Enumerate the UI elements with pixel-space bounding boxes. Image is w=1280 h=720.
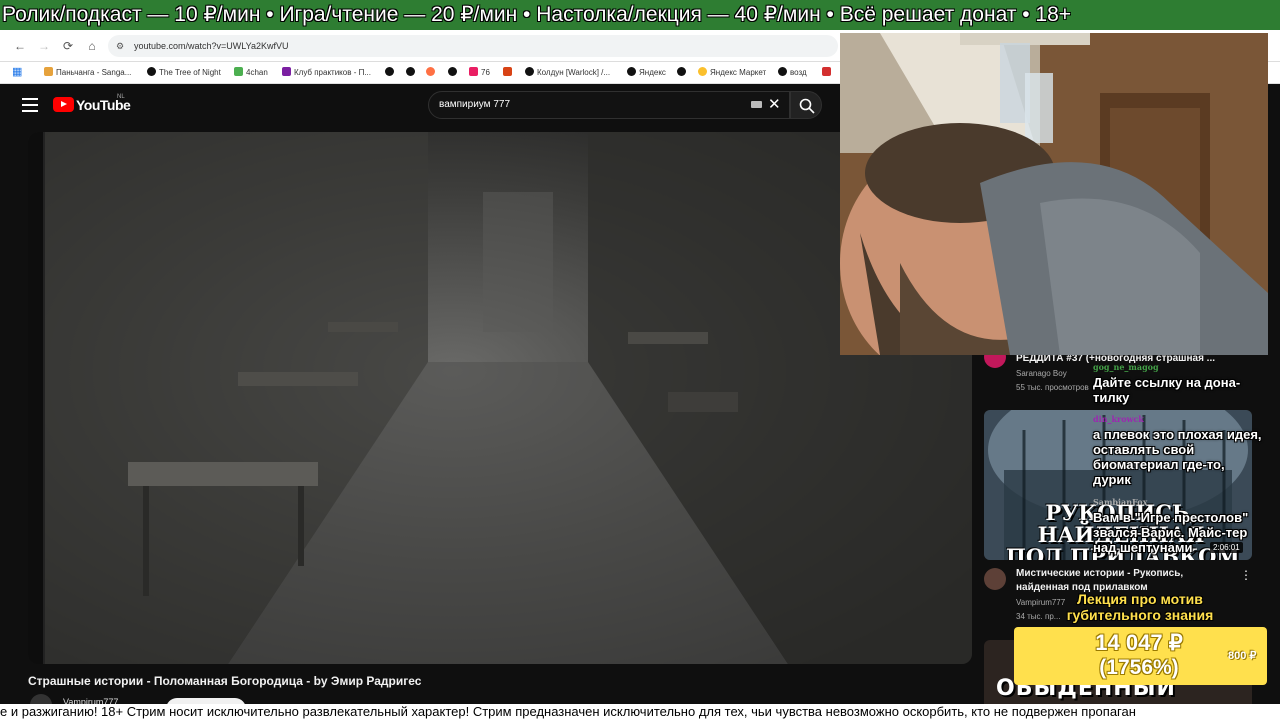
bookmark-icon-only[interactable] bbox=[822, 67, 834, 77]
bookmark-item[interactable]: Клуб практиков - П... bbox=[282, 67, 371, 77]
bookmark-icon-only[interactable] bbox=[448, 67, 460, 77]
video-player[interactable] bbox=[28, 132, 972, 664]
bookmark-item[interactable]: Колдун [Warlock] /... bbox=[525, 67, 610, 77]
chat-message: а плевок это плохая идея, оставлять свой… bbox=[1093, 427, 1262, 487]
address-bar[interactable]: ⚙ youtube.com/watch?v=UWLYa2KwfVU bbox=[108, 35, 838, 57]
chat-message: Дайте ссылку на дона-тилку bbox=[1093, 375, 1241, 405]
donation-amount: 14 047 ₽ bbox=[1095, 630, 1183, 655]
bookmark-item[interactable]: возд bbox=[778, 67, 807, 77]
donation-goal-widget: 14 047 ₽ (1756%) 800 ₽ bbox=[1014, 627, 1267, 685]
reload-icon[interactable]: ⟳ bbox=[60, 38, 76, 54]
lecture-topic-label: Лекция про мотив губительного знания bbox=[1066, 591, 1214, 623]
bookmark-item[interactable]: Паньчанга - Sanga... bbox=[44, 67, 131, 77]
bookmark-item[interactable]: Яндекс Маркет bbox=[698, 67, 766, 77]
bookmark-item[interactable]: 4chan bbox=[234, 67, 268, 77]
clear-search-icon[interactable]: ✕ bbox=[768, 95, 781, 113]
bookmark-icon-only[interactable] bbox=[406, 67, 418, 77]
search-button[interactable] bbox=[790, 91, 822, 119]
bookmark-item[interactable]: The Tree of Night bbox=[147, 67, 221, 77]
rec-channel[interactable]: Saranago Boy bbox=[1016, 369, 1067, 378]
home-icon[interactable]: ⌂ bbox=[84, 38, 100, 54]
chat-message: Вам в "Игре престолов" звался Варис. Май… bbox=[1093, 510, 1249, 555]
streamer-webcam-image bbox=[840, 33, 1268, 355]
site-info-icon[interactable]: ⚙ bbox=[116, 35, 124, 57]
stream-price-banner: Ролик/подкаст — 10 ₽/мин • Игра/чтение —… bbox=[0, 0, 1280, 30]
search-input[interactable]: вампириум 777 ✕ bbox=[428, 91, 790, 119]
bookmark-item[interactable]: Яндекс bbox=[627, 67, 666, 77]
logo-country-code: NL bbox=[117, 94, 125, 100]
chat-username: SambianFox bbox=[1093, 497, 1148, 507]
chat-username: din_krowck bbox=[1093, 414, 1144, 424]
hamburger-menu-icon[interactable] bbox=[22, 98, 38, 112]
webcam-overlay bbox=[840, 33, 1268, 355]
bookmark-icon-only[interactable] bbox=[426, 67, 438, 77]
bookmark-icon-only[interactable] bbox=[677, 67, 689, 77]
donation-percent: (1756%) bbox=[1099, 656, 1179, 679]
youtube-logo-icon[interactable] bbox=[53, 97, 74, 112]
keyboard-icon[interactable] bbox=[751, 101, 762, 108]
apps-icon[interactable]: ▦ bbox=[12, 65, 22, 78]
more-options-icon[interactable]: ⋮ bbox=[1240, 568, 1252, 582]
bookmark-icon-only[interactable] bbox=[385, 67, 397, 77]
url-text: youtube.com/watch?v=UWLYa2KwfVU bbox=[134, 41, 289, 51]
search-query: вампириум 777 bbox=[439, 99, 511, 110]
back-icon[interactable]: ← bbox=[12, 38, 28, 54]
rec-avatar[interactable] bbox=[984, 568, 1006, 590]
bookmark-item[interactable]: 76 bbox=[469, 67, 490, 77]
youtube-header: YouTube NL вампириум 777 ✕ bbox=[0, 84, 840, 128]
video-frame bbox=[28, 132, 972, 664]
rec-views: 55 тыс. просмотров bbox=[1016, 383, 1089, 392]
disclaimer-ticker: е и разжиганию! 18+ Стрим носит исключит… bbox=[0, 704, 1280, 720]
bookmark-item[interactable] bbox=[503, 67, 515, 77]
search-icon bbox=[799, 98, 815, 114]
forward-icon[interactable]: → bbox=[36, 38, 52, 54]
chat-username: gog_ne_magog bbox=[1093, 362, 1159, 372]
video-title: Страшные истории - Поломанная Богородица… bbox=[28, 674, 422, 688]
donation-goal: 800 ₽ bbox=[1228, 650, 1257, 662]
